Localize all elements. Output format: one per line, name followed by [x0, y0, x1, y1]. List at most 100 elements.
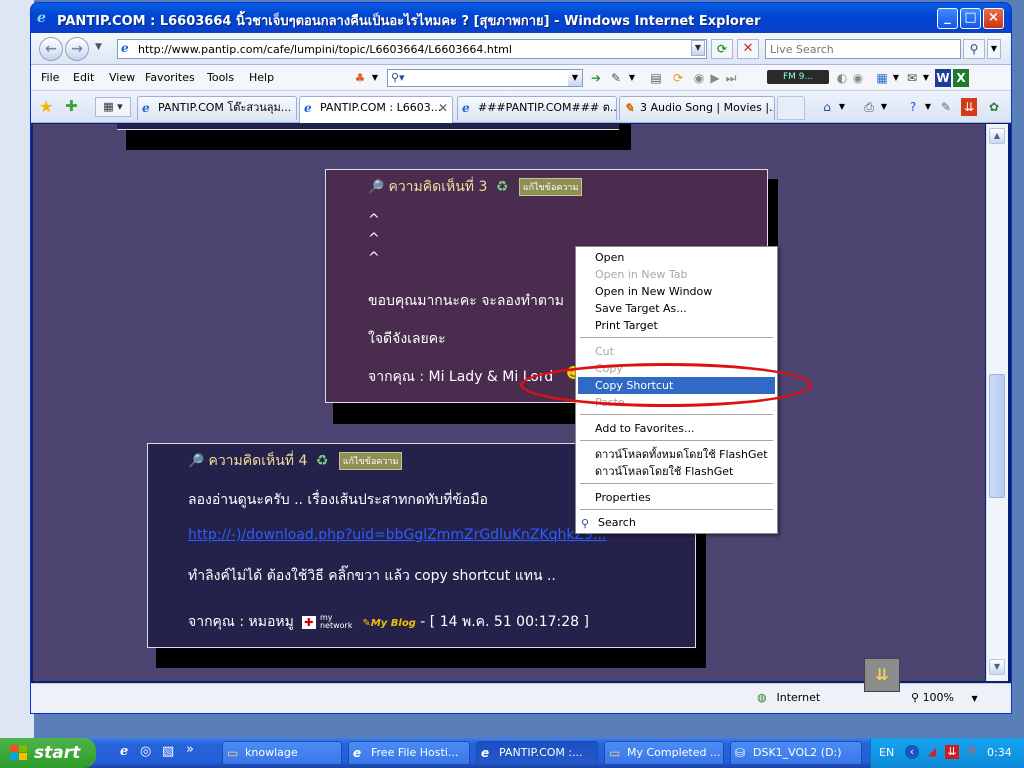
print-dropdown[interactable]: ▼ [879, 98, 889, 116]
ctx-flashget-download[interactable]: ดาวน์โหลดโดยใช้ FlashGet [578, 463, 775, 480]
tray-shield-icon[interactable]: ⛨ [965, 745, 979, 759]
title-bar[interactable]: e PANTIP.COM : L6603664 นิ้วชาเจ็บๆตอนกล… [31, 3, 1011, 33]
stop-button[interactable]: ✕ [737, 39, 759, 59]
search-icon[interactable]: ⚲ [963, 39, 985, 59]
close-tab-icon[interactable]: ✕ [438, 97, 448, 119]
recent-pages-dropdown[interactable]: ▼ [95, 42, 102, 52]
menu-edit[interactable]: Edit [73, 71, 94, 84]
scroll-thumb[interactable] [989, 374, 1005, 498]
volume-icon[interactable]: ◐ [835, 69, 849, 87]
help-dropdown[interactable]: ▼ [923, 98, 933, 116]
tray-network-icon[interactable]: ◢ [925, 745, 939, 759]
close-button[interactable]: × [983, 8, 1004, 29]
ctx-add-to-favorites[interactable]: Add to Favorites... [578, 420, 775, 437]
rss-icon[interactable]: ▦ [873, 69, 891, 87]
forward-button[interactable]: → [65, 37, 89, 61]
ctx-properties[interactable]: Properties [578, 489, 775, 506]
my-network-link[interactable]: my network [320, 614, 358, 630]
ctx-open-new-window[interactable]: Open in New Window [578, 283, 775, 300]
refresh-button[interactable]: ⟳ [711, 39, 733, 59]
toolbar-search-combo[interactable]: ⚲▾ ▼ [387, 69, 583, 87]
search-input[interactable] [770, 43, 950, 56]
taskbar-button[interactable]: e Free File Hosti... [348, 741, 470, 765]
zoom-dropdown[interactable]: ▼ [972, 694, 978, 703]
my-blog-link[interactable]: ✎My Blog [362, 618, 415, 629]
menu-help[interactable]: Help [249, 71, 274, 84]
messenger-icon[interactable]: ♣ [351, 69, 369, 87]
favorites-star-icon[interactable]: ★ [39, 97, 53, 116]
back-button[interactable]: ← [39, 37, 63, 61]
flashget-icon[interactable]: ⇊ [961, 98, 977, 116]
media-eject-icon[interactable]: ◉ [851, 69, 865, 87]
add-favorite-icon[interactable]: ✚ [65, 97, 78, 115]
zoom-level[interactable]: ⚲ 100% ▼ [911, 691, 978, 704]
ctx-save-target-as[interactable]: Save Target As... [578, 300, 775, 317]
search-options-dropdown[interactable]: ▼ [987, 39, 1001, 59]
fm-radio-display[interactable]: FM 9... [767, 70, 829, 84]
taskbar-button[interactable]: ▭ knowlage [222, 741, 342, 765]
tray-expand-icon[interactable]: ‹ [905, 745, 919, 759]
page-icon-tool[interactable]: ▤ [647, 69, 665, 87]
minimize-button[interactable]: _ [937, 8, 958, 29]
tools-gear-icon[interactable]: ✿ [985, 98, 1003, 116]
help-icon[interactable]: ? [903, 98, 923, 116]
media-play-icon[interactable]: ▶ [707, 69, 723, 87]
tab-pantip-other[interactable]: e ###PANTIP.COM### ต... [457, 96, 617, 120]
taskbar-button[interactable]: ⛁ DSK1_VOL2 (D:) [730, 741, 862, 765]
rss-dropdown[interactable]: ▼ [891, 69, 901, 87]
scroll-up-button[interactable]: ▲ [989, 128, 1005, 144]
word-icon[interactable]: W [935, 69, 951, 87]
ctx-search[interactable]: ⚲ Search [578, 514, 775, 531]
tab-pantip-lumpini[interactable]: e PANTIP.COM โต๊ะสวนลุม... [137, 96, 297, 120]
start-button[interactable]: start [0, 738, 96, 768]
highlight-icon[interactable]: ✎ [607, 69, 625, 87]
ctx-print-target[interactable]: Print Target [578, 317, 775, 334]
ctx-open[interactable]: Open [578, 249, 775, 266]
menu-file[interactable]: File [41, 71, 59, 84]
home-icon[interactable]: ⌂ [817, 98, 837, 116]
highlight-dropdown[interactable]: ▼ [627, 69, 637, 87]
media-next-icon[interactable]: ⏭ [723, 69, 739, 87]
scroll-down-button[interactable]: ▼ [989, 659, 1005, 675]
ctx-flashget-download-all[interactable]: ดาวน์โหลดทั้งหมดโดยใช้ FlashGet [578, 446, 775, 463]
app-quicklaunch-icon[interactable]: ▧ [162, 744, 174, 759]
mail-icon[interactable]: ✉ [903, 69, 921, 87]
tab-pantip-topic[interactable]: e PANTIP.COM : L6603... ✕ [299, 96, 453, 123]
media-quicklaunch-icon[interactable]: ◎ [140, 744, 151, 759]
ie-quicklaunch-icon[interactable]: e [120, 744, 128, 759]
quick-tabs-button[interactable]: ▦ ▾ [95, 97, 131, 117]
security-zone[interactable]: ◍ Internet [757, 691, 820, 705]
combo-dropdown[interactable]: ▼ [568, 70, 582, 86]
address-input[interactable]: e http://www.pantip.com/cafe/lumpini/top… [117, 39, 707, 59]
tray-flashget-icon[interactable]: ⇊ [945, 745, 959, 759]
vertical-scrollbar[interactable]: ▲ ▼ [986, 124, 1008, 681]
more-quicklaunch-icon[interactable]: » [186, 742, 194, 757]
menu-view[interactable]: View [109, 71, 135, 84]
print-icon[interactable]: ⎙ [859, 98, 879, 116]
research-icon[interactable]: ✎ [937, 98, 955, 116]
search-field[interactable] [765, 39, 961, 59]
tab-audio-song[interactable]: ✎ 3 Audio Song | Movies |... [619, 96, 775, 120]
refresh-gold-icon[interactable]: ⟳ [667, 69, 689, 87]
language-indicator[interactable]: EN [879, 746, 894, 759]
maximize-button[interactable]: □ [960, 8, 981, 29]
messenger-dropdown[interactable]: ▼ [369, 69, 381, 87]
address-dropdown[interactable]: ▼ [691, 40, 705, 56]
task-label: PANTIP.COM :... [499, 746, 583, 759]
menu-tools[interactable]: Tools [207, 71, 234, 84]
go-arrow-icon[interactable]: ➔ [587, 69, 605, 87]
edit-message-badge[interactable]: แก้ไขข้อความ [518, 178, 583, 196]
home-dropdown[interactable]: ▼ [837, 98, 847, 116]
taskbar-button[interactable]: e PANTIP.COM :... [476, 741, 598, 765]
menu-favorites[interactable]: Favorites [145, 71, 195, 84]
new-tab-button[interactable] [777, 96, 805, 120]
edit-message-badge[interactable]: แก้ไขข้อความ [338, 452, 403, 470]
download-link[interactable]: http://-)/download.php?uid=bbGglZmmZrGdl… [188, 527, 606, 543]
taskbar-button[interactable]: ▭ My Completed ... [604, 741, 724, 765]
flashget-drop-zone-icon[interactable]: ⇊ [864, 658, 900, 692]
first-aid-icon[interactable]: ✚ [302, 616, 316, 629]
mail-dropdown[interactable]: ▼ [921, 69, 931, 87]
excel-icon[interactable]: X [953, 69, 969, 87]
media-stop-icon[interactable]: ◉ [691, 69, 707, 87]
folder-icon: ▭ [609, 746, 621, 760]
